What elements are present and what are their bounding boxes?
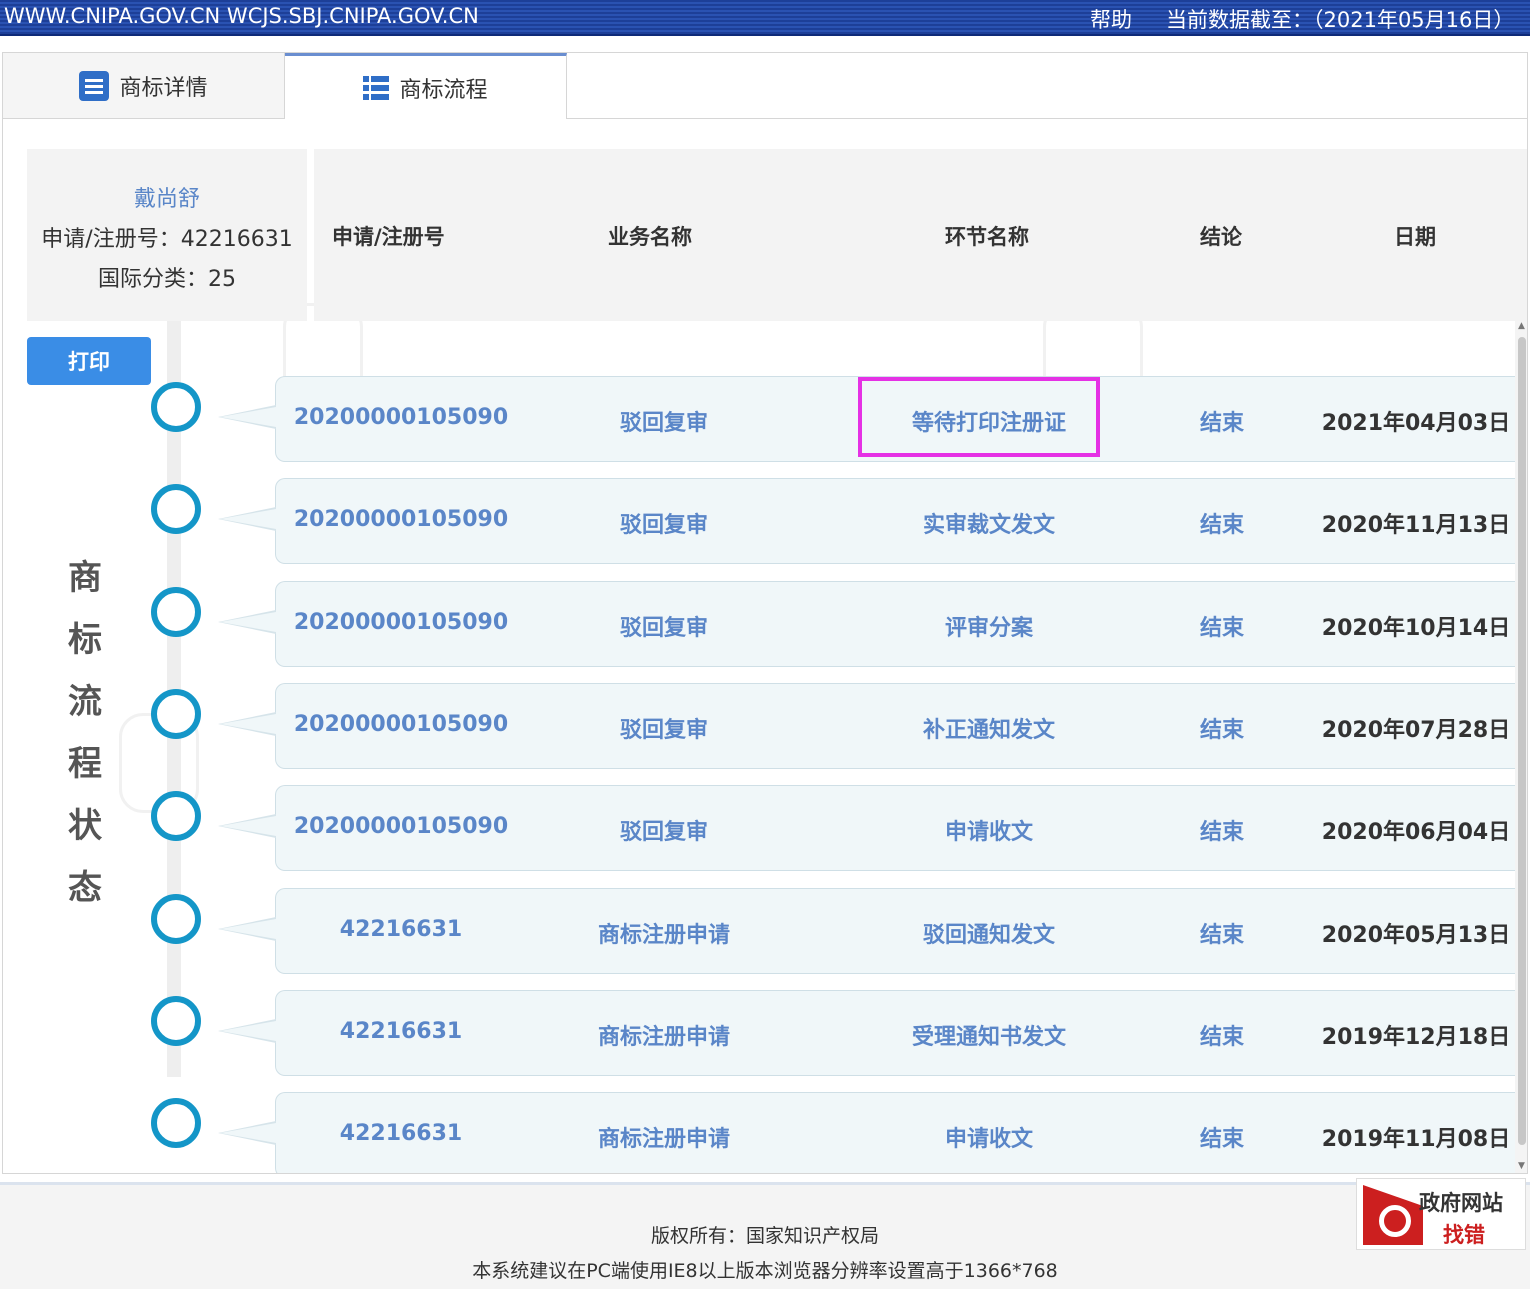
gov-site-error-report-badge[interactable]: 政府网站 找错	[1356, 1178, 1526, 1250]
browser-notice: 本系统建议在PC端使用IE8以上版本浏览器分辨率设置高于1366*768	[472, 1260, 1058, 1282]
tab-trademark-flow[interactable]: 商标流程	[285, 53, 567, 119]
scroll-up-arrow-icon[interactable]: ▲	[1518, 321, 1525, 331]
tab-label: 商标详情	[119, 75, 208, 101]
cell-date: 2020年06月04日	[1321, 820, 1511, 846]
copyright: 版权所有：国家知识产权局	[650, 1225, 879, 1247]
cell-business[interactable]: 驳回复审	[620, 405, 708, 437]
cell-result[interactable]: 结束	[1200, 507, 1244, 539]
header-date: 日期	[1394, 225, 1436, 249]
cell-date: 2020年07月28日	[1321, 717, 1511, 743]
scrollbar-thumb[interactable]	[1518, 337, 1526, 1145]
cell-reg-no[interactable]: 42216631	[340, 1019, 462, 1044]
cell-result[interactable]: 结束	[1200, 1121, 1244, 1153]
timeline-node-icon	[151, 382, 201, 432]
cell-business[interactable]: 驳回复审	[620, 814, 708, 846]
table-row: 20200000105090 驳回复审 等待打印注册证 结束 2021年04月03日	[218, 376, 1515, 462]
timeline-node-icon	[151, 995, 201, 1046]
cell-date: 2019年12月18日	[1321, 1024, 1511, 1050]
cell-business[interactable]: 商标注册申请	[598, 1121, 730, 1153]
cell-date: 2020年11月13日	[1321, 513, 1511, 539]
cell-business[interactable]: 驳回复审	[620, 610, 708, 642]
cell-result[interactable]: 结束	[1200, 405, 1244, 437]
cell-reg-no[interactable]: 20200000105090	[294, 405, 508, 430]
scrollbar[interactable]: ▲ ▼	[1515, 321, 1527, 1173]
cell-result[interactable]: 结束	[1200, 814, 1244, 846]
cell-step[interactable]: 补正通知发文	[923, 712, 1055, 744]
cell-reg-no[interactable]: 20200000105090	[294, 610, 508, 635]
timeline-node-icon	[151, 791, 201, 842]
timeline-node-icon	[151, 586, 201, 637]
header-step: 环节名称	[945, 225, 1029, 249]
cell-result[interactable]: 结束	[1200, 712, 1244, 744]
print-button[interactable]: 打印	[27, 337, 151, 385]
cell-business[interactable]: 商标注册申请	[598, 1019, 730, 1051]
cell-date: 2020年05月13日	[1321, 922, 1511, 948]
header-reg-no: 申请/注册号	[332, 225, 445, 249]
document-icon	[79, 70, 110, 101]
cell-business[interactable]: 商标注册申请	[598, 917, 730, 949]
timeline-node-icon	[151, 1098, 201, 1149]
cell-step[interactable]: 评审分案	[945, 610, 1033, 642]
cell-reg-no[interactable]: 20200000105090	[294, 814, 508, 839]
cell-date: 2021年04月03日	[1321, 411, 1511, 436]
timeline-node-icon	[151, 688, 201, 739]
cell-step[interactable]: 驳回通知发文	[923, 917, 1055, 949]
timeline-node-icon	[151, 484, 201, 535]
cell-reg-no[interactable]: 20200000105090	[294, 507, 508, 532]
timeline-title: 商 标 流 程 状 态	[68, 558, 102, 908]
table-row: 42216631 商标注册申请 申请收文 结束 2019年11月08日	[218, 1092, 1515, 1173]
table-row: 20200000105090 驳回复审 评审分案 结束 2020年10月14日	[218, 580, 1515, 667]
footer: 版权所有：国家知识产权局 本系统建议在PC端使用IE8以上版本浏览器分辨率设置高…	[0, 1182, 1530, 1289]
header-business: 业务名称	[608, 225, 692, 249]
header-result: 结论	[1200, 225, 1242, 249]
scroll-down-arrow-icon[interactable]: ▼	[1518, 1161, 1525, 1171]
registration-number: 申请/注册号：42216631	[41, 227, 293, 252]
cell-reg-no[interactable]: 42216631	[340, 1121, 462, 1146]
cell-date: 2020年10月14日	[1321, 615, 1511, 641]
cell-step[interactable]: 受理通知书发文	[912, 1019, 1066, 1051]
data-date: 当前数据截至：（2021年05月16日）	[1166, 8, 1515, 32]
highlight-box	[858, 377, 1100, 457]
cell-result[interactable]: 结束	[1200, 1019, 1244, 1051]
cell-step[interactable]: 申请收文	[945, 814, 1033, 846]
table-row: 42216631 商标注册申请 驳回通知发文 结束 2020年05月13日	[218, 887, 1515, 974]
help-link[interactable]: 帮助	[1090, 4, 1132, 34]
main-frame: 商标详情 商标流程 戴尚舒 申请/注册号：42216631 国际分类：25 申请…	[2, 52, 1528, 1174]
site-address: WWW.CNIPA.GOV.CN WCJS.SBJ.CNIPA.GOV.CN	[4, 4, 479, 28]
table-header: 申请/注册号 业务名称 环节名称 结论 日期	[314, 149, 1527, 321]
table-row: 42216631 商标注册申请 受理通知书发文 结束 2019年12月18日	[218, 989, 1515, 1076]
timeline-node-icon	[151, 893, 201, 944]
tab-trademark-detail[interactable]: 商标详情	[3, 53, 285, 119]
magnifier-icon	[1363, 1185, 1423, 1245]
table-row: 20200000105090 驳回复审 补正通知发文 结束 2020年07月28日	[218, 682, 1515, 769]
table-row: 20200000105090 驳回复审 申请收文 结束 2020年06月04日	[218, 785, 1515, 872]
top-banner: WWW.CNIPA.GOV.CN WCJS.SBJ.CNIPA.GOV.CN 帮…	[0, 0, 1530, 36]
cell-result[interactable]: 结束	[1200, 917, 1244, 949]
international-class: 国际分类：25	[98, 267, 236, 292]
cell-result[interactable]: 结束	[1200, 610, 1244, 642]
cell-date: 2019年11月08日	[1321, 1127, 1511, 1153]
cell-business[interactable]: 驳回复审	[620, 712, 708, 744]
cell-step[interactable]: 实审裁文发文	[923, 507, 1055, 539]
table-row: 20200000105090 驳回复审 实审裁文发文 结束 2020年11月13日	[218, 478, 1515, 565]
tab-divider	[567, 118, 1527, 119]
trademark-info-box: 戴尚舒 申请/注册号：42216631 国际分类：25	[27, 149, 307, 321]
applicant-name[interactable]: 戴尚舒	[27, 181, 307, 213]
list-icon	[363, 75, 390, 100]
tab-label: 商标流程	[399, 77, 488, 103]
cell-business[interactable]: 驳回复审	[620, 507, 708, 539]
cell-step[interactable]: 申请收文	[945, 1121, 1033, 1153]
cell-reg-no[interactable]: 42216631	[340, 917, 462, 942]
cell-reg-no[interactable]: 20200000105090	[294, 712, 508, 737]
